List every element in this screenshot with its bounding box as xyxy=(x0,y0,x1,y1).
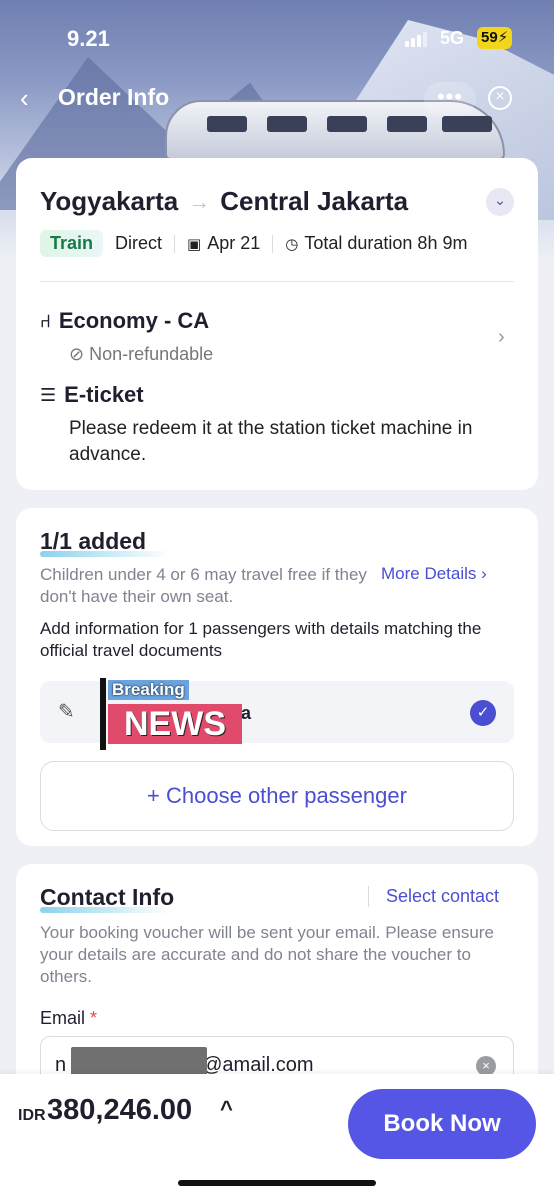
network-label: 5G xyxy=(440,28,465,48)
total-price[interactable]: 380,246.00 xyxy=(47,1094,192,1127)
seat-icon: ⑁ xyxy=(40,310,51,331)
email-suffix: @amail.com xyxy=(202,1054,314,1076)
home-indicator xyxy=(178,1180,376,1186)
status-bar: 9.21 5G 59⚡ xyxy=(0,24,554,54)
more-details-link[interactable]: More Details › xyxy=(381,564,487,584)
email-prefix: n xyxy=(55,1054,67,1076)
ticket-icon: ☰ xyxy=(40,384,57,405)
total-duration: Total duration 8h 9m xyxy=(304,233,468,253)
required-mark: * xyxy=(90,1008,98,1028)
battery-level: 59 xyxy=(481,29,498,46)
ticket-type: E-ticket xyxy=(64,382,144,407)
seat-class-row[interactable]: ⑁ Economy - CA xyxy=(40,308,209,334)
contact-description: Your booking voucher will be sent your e… xyxy=(40,923,494,986)
refund-policy-text: Non-refundable xyxy=(89,344,214,364)
refund-policy: ⊘ Non-refundable xyxy=(69,344,213,365)
status-time: 9.21 xyxy=(67,26,110,51)
book-now-button[interactable]: Book Now xyxy=(348,1089,536,1159)
trip-meta: Train Direct ▣ Apr 21 ◷ Total duration 8… xyxy=(40,230,467,257)
more-details-label: More Details xyxy=(381,564,477,583)
overlay-news: NEWS xyxy=(108,704,242,744)
clock-icon: ◷ xyxy=(285,235,299,253)
divider xyxy=(40,281,514,282)
ticket-note: Please redeem it at the station ticket m… xyxy=(69,418,473,465)
overlay-bar xyxy=(100,678,106,750)
signal-icon xyxy=(405,32,427,47)
mode-tag: Train xyxy=(40,230,104,257)
overlay-breaking: Breaking xyxy=(108,680,189,700)
close-icon[interactable]: × xyxy=(488,86,512,110)
passenger-card: 1/1 added Children under 4 or 6 may trav… xyxy=(16,508,538,846)
chevron-down-icon[interactable]: ⌄ xyxy=(486,188,514,216)
divider xyxy=(272,234,274,253)
page-title: Order Info xyxy=(58,84,170,110)
currency-label: IDR xyxy=(18,1107,46,1124)
ticket-type-row: ☰ E-ticket xyxy=(40,382,144,408)
calendar-icon: ▣ xyxy=(187,235,202,253)
travel-date: Apr 21 xyxy=(207,233,261,253)
more-options-icon[interactable]: ••• xyxy=(424,82,476,116)
checkout-footer: IDR 380,246.00 ^ Book Now xyxy=(0,1074,554,1199)
select-contact-link[interactable]: Select contact xyxy=(368,886,499,907)
origin-station: Yogyakarta xyxy=(40,186,179,216)
email-label-text: Email xyxy=(40,1008,86,1028)
destination-station: Central Jakarta xyxy=(220,186,409,216)
battery-icon: 59⚡ xyxy=(477,27,513,49)
add-info-text: Add information for 1 passengers with de… xyxy=(40,619,482,660)
no-entry-icon: ⊘ xyxy=(69,344,90,364)
child-note: Children under 4 or 6 may travel free if… xyxy=(40,565,367,606)
email-label: Email * xyxy=(40,1008,97,1029)
choose-other-passenger-button[interactable]: + Choose other passenger xyxy=(40,761,514,831)
checkmark-icon[interactable]: ✓ xyxy=(470,700,496,726)
clear-icon[interactable]: × xyxy=(476,1056,496,1076)
edit-pencil-icon[interactable]: ✎ xyxy=(58,699,75,724)
arrow-right-icon: → xyxy=(188,188,211,214)
route-title: Yogyakarta → Central Jakarta xyxy=(40,186,408,217)
breaking-news-overlay: Breaking NEWS xyxy=(100,678,248,750)
back-icon[interactable]: ‹ xyxy=(20,85,29,111)
passenger-heading: 1/1 added xyxy=(40,528,171,557)
contact-heading: Contact Info xyxy=(40,884,175,913)
nav-bar: ‹ Order Info ••• × xyxy=(0,80,554,120)
trip-card: Yogyakarta → Central Jakarta ⌄ Train Dir… xyxy=(16,158,538,490)
chevron-up-icon[interactable]: ^ xyxy=(220,1096,233,1122)
divider xyxy=(174,234,176,253)
route-type: Direct xyxy=(115,233,163,253)
chevron-right-icon[interactable]: › xyxy=(498,326,505,349)
seat-class: Economy - CA xyxy=(58,308,210,333)
